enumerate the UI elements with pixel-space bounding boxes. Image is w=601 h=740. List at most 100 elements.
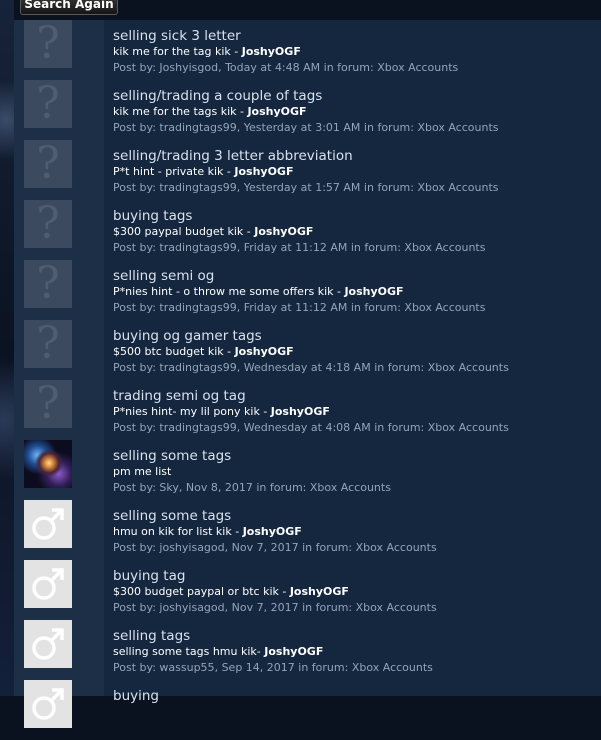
search-result: ? trading semi og tag P*nies hint- my li… bbox=[0, 380, 601, 440]
result-forum[interactable]: Xbox Accounts bbox=[352, 661, 433, 674]
question-icon[interactable]: ? bbox=[24, 380, 72, 428]
result-author[interactable]: joshyisagod bbox=[159, 601, 224, 614]
result-meta: Post by: wassup55, Sep 14, 2017 in forum… bbox=[113, 661, 597, 675]
result-title[interactable]: selling/trading 3 letter abbreviation bbox=[113, 148, 597, 164]
question-icon[interactable]: ? bbox=[24, 80, 72, 128]
question-mark-glyph: ? bbox=[36, 20, 60, 68]
post-by-label: Post by: bbox=[113, 481, 160, 494]
result-forum[interactable]: Xbox Accounts bbox=[377, 61, 458, 74]
search-result: selling some tags hmu on kik for list ki… bbox=[0, 500, 601, 560]
result-text: selling some tags pm me list Post by: Sk… bbox=[113, 448, 597, 495]
result-snippet: $300 paypal budget kik - JoshyOGF bbox=[113, 225, 597, 239]
result-title[interactable]: selling some tags bbox=[113, 448, 597, 464]
result-meta: Post by: Sky, Nov 8, 2017 in forum: Xbox… bbox=[113, 481, 597, 495]
in-forum-label: in forum: bbox=[360, 121, 418, 134]
result-title[interactable]: buying tag bbox=[113, 568, 597, 584]
male-icon[interactable] bbox=[24, 620, 72, 668]
result-author[interactable]: tradingtags99 bbox=[159, 181, 236, 194]
result-title[interactable]: buying tags bbox=[113, 208, 597, 224]
post-by-label: Post by: bbox=[113, 601, 160, 614]
question-icon[interactable]: ? bbox=[24, 140, 72, 188]
result-forum[interactable]: Xbox Accounts bbox=[428, 361, 509, 374]
result-author[interactable]: joshyisagod bbox=[159, 541, 224, 554]
result-snippet: $300 budget paypal or btc kik - JoshyOGF bbox=[113, 585, 597, 599]
snippet-highlight: JoshyOGF bbox=[242, 525, 302, 538]
in-forum-label: in forum: bbox=[370, 361, 428, 374]
result-title[interactable]: trading semi og tag bbox=[113, 388, 597, 404]
result-time: Wednesday at 4:18 AM bbox=[243, 361, 371, 374]
post-by-label: Post by: bbox=[113, 181, 160, 194]
search-result: ? buying og gamer tags $500 btc budget k… bbox=[0, 320, 601, 380]
question-mark-glyph: ? bbox=[36, 260, 60, 308]
in-forum-label: in forum: bbox=[294, 661, 352, 674]
result-author[interactable]: tradingtags99 bbox=[159, 361, 236, 374]
result-meta: Post by: joshyisagod, Nov 7, 2017 in for… bbox=[113, 541, 597, 555]
post-by-label: Post by: bbox=[113, 541, 160, 554]
in-forum-label: in forum: bbox=[370, 421, 428, 434]
snippet-text: hmu on kik for list kik - bbox=[113, 525, 243, 538]
result-title[interactable]: buying og gamer tags bbox=[113, 328, 597, 344]
result-forum[interactable]: Xbox Accounts bbox=[417, 121, 498, 134]
result-forum[interactable]: Xbox Accounts bbox=[356, 541, 437, 554]
in-forum-label: in forum: bbox=[298, 541, 356, 554]
result-author[interactable]: tradingtags99 bbox=[159, 121, 236, 134]
result-snippet: $500 btc budget kik - JoshyOGF bbox=[113, 345, 597, 359]
result-snippet: P*t hint - private kik - JoshyOGF bbox=[113, 165, 597, 179]
snippet-text: kik me for the tag kik - bbox=[113, 45, 242, 58]
result-author[interactable]: wassup55 bbox=[159, 661, 214, 674]
result-text: selling some tags hmu on kik for list ki… bbox=[113, 508, 597, 555]
result-meta: Post by: Joshyisgod, Today at 4:48 AM in… bbox=[113, 61, 597, 75]
result-title[interactable]: selling some tags bbox=[113, 508, 597, 524]
result-forum[interactable]: Xbox Accounts bbox=[310, 481, 391, 494]
question-icon[interactable]: ? bbox=[24, 260, 72, 308]
result-title[interactable]: selling/trading a couple of tags bbox=[113, 88, 597, 104]
result-time: Friday at 11:12 AM bbox=[243, 241, 348, 254]
result-title[interactable]: selling tags bbox=[113, 628, 597, 644]
search-result: ? selling/trading a couple of tags kik m… bbox=[0, 80, 601, 140]
result-time: Nov 8, 2017 bbox=[185, 481, 253, 494]
result-forum[interactable]: Xbox Accounts bbox=[404, 301, 485, 314]
result-snippet: pm me list bbox=[113, 465, 597, 479]
search-result: ? selling/trading 3 letter abbreviation … bbox=[0, 140, 601, 200]
in-forum-label: in forum: bbox=[360, 181, 418, 194]
result-forum[interactable]: Xbox Accounts bbox=[356, 601, 437, 614]
snippet-highlight: JoshyOGF bbox=[234, 345, 294, 358]
result-author[interactable]: tradingtags99 bbox=[159, 241, 236, 254]
result-title[interactable]: buying bbox=[113, 688, 597, 704]
result-text: selling semi og P*nies hint - o throw me… bbox=[113, 268, 597, 315]
result-meta: Post by: tradingtags99, Yesterday at 1:5… bbox=[113, 181, 597, 195]
male-icon[interactable] bbox=[24, 560, 72, 608]
result-author[interactable]: tradingtags99 bbox=[159, 301, 236, 314]
question-icon[interactable]: ? bbox=[24, 320, 72, 368]
search-result: selling tags selling some tags hmu kik- … bbox=[0, 620, 601, 680]
result-title[interactable]: selling sick 3 letter bbox=[113, 28, 597, 44]
result-text: buying og gamer tags $500 btc budget kik… bbox=[113, 328, 597, 375]
result-title[interactable]: selling semi og bbox=[113, 268, 597, 284]
result-meta: Post by: tradingtags99, Friday at 11:12 … bbox=[113, 241, 597, 255]
result-author[interactable]: tradingtags99 bbox=[159, 421, 236, 434]
result-forum[interactable]: Xbox Accounts bbox=[428, 421, 509, 434]
search-again-button[interactable]: Search Again bbox=[20, 0, 118, 15]
result-author[interactable]: Joshyisgod bbox=[159, 61, 218, 74]
snippet-text: P*nies hint - o throw me some offers kik… bbox=[113, 285, 345, 298]
result-meta: Post by: tradingtags99, Friday at 11:12 … bbox=[113, 301, 597, 315]
in-forum-label: in forum: bbox=[252, 481, 310, 494]
result-snippet: P*nies hint - o throw me some offers kik… bbox=[113, 285, 597, 299]
result-snippet: kik me for the tags kik - JoshyOGF bbox=[113, 105, 597, 119]
result-forum[interactable]: Xbox Accounts bbox=[417, 181, 498, 194]
search-result: buying Post by: , in forum: bbox=[0, 680, 601, 740]
result-time: Sep 14, 2017 bbox=[221, 661, 295, 674]
male-icon[interactable] bbox=[24, 680, 72, 728]
result-text: selling/trading 3 letter abbreviation P*… bbox=[113, 148, 597, 195]
result-forum[interactable]: Xbox Accounts bbox=[404, 241, 485, 254]
post-by-label: Post by: bbox=[113, 661, 160, 674]
snippet-text: P*t hint - private kik - bbox=[113, 165, 235, 178]
result-author[interactable]: Sky bbox=[159, 481, 178, 494]
custom-avatar[interactable] bbox=[24, 440, 72, 488]
snippet-highlight: JoshyOGF bbox=[247, 105, 307, 118]
question-icon[interactable]: ? bbox=[24, 200, 72, 248]
question-icon[interactable]: ? bbox=[24, 20, 72, 68]
meta-sep: , bbox=[236, 301, 244, 314]
snippet-highlight: JoshyOGF bbox=[254, 225, 314, 238]
male-icon[interactable] bbox=[24, 500, 72, 548]
